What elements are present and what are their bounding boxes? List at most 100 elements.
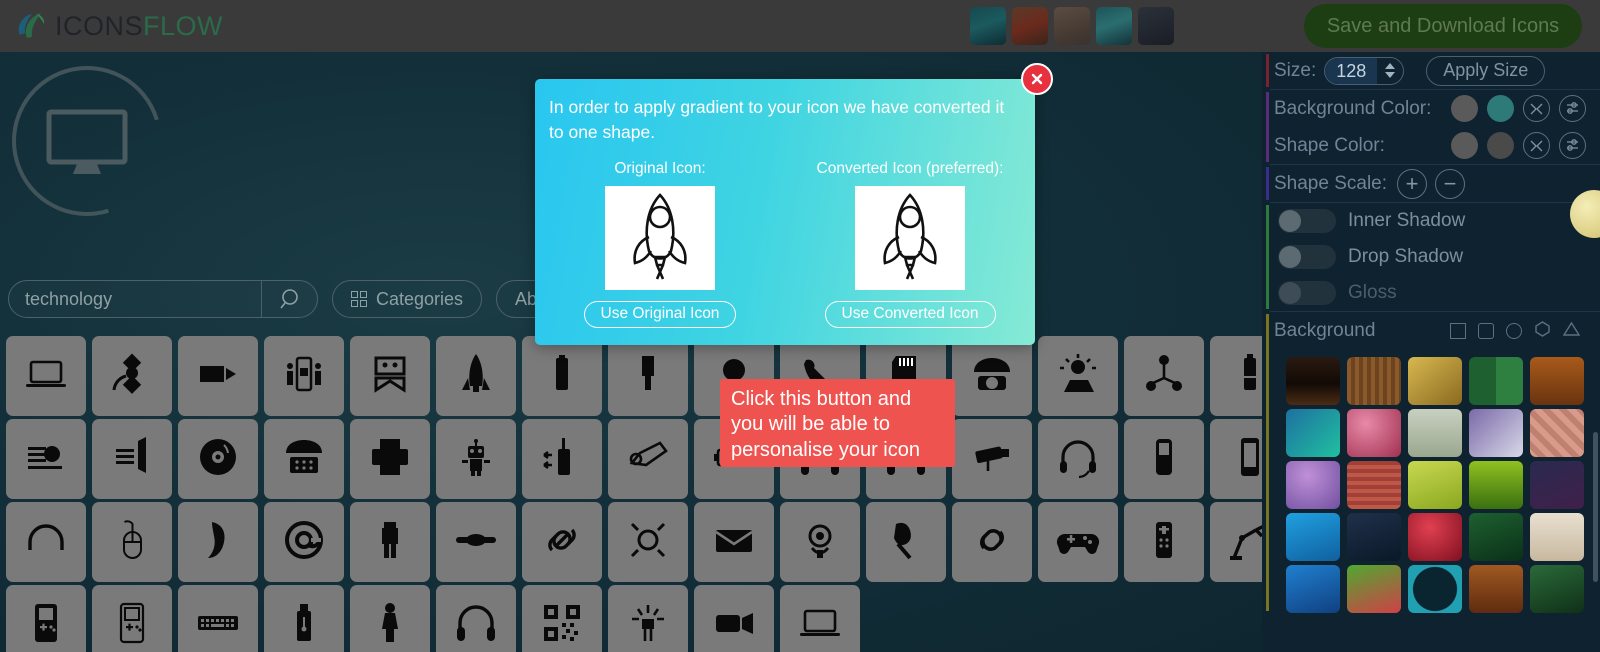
shape-color-swatch-2[interactable] [1487, 132, 1514, 159]
icon-tile[interactable] [1038, 419, 1118, 499]
blue-screen-square[interactable] [1286, 513, 1340, 561]
icon-tile[interactable] [92, 585, 172, 652]
icon-tile[interactable] [350, 502, 430, 582]
save-and-download-button[interactable]: Save and Download Icons [1304, 4, 1582, 48]
icon-tile[interactable] [6, 502, 86, 582]
icon-tile[interactable] [1124, 502, 1204, 582]
search-input[interactable] [9, 281, 261, 317]
categories-button[interactable]: Categories [332, 280, 483, 318]
swatch-brown[interactable] [1054, 7, 1090, 45]
icon-tile[interactable] [264, 419, 344, 499]
blue-hexagon[interactable] [1286, 409, 1340, 457]
icon-tile[interactable] [608, 419, 688, 499]
brown-square[interactable] [1469, 565, 1523, 613]
icon-tile[interactable] [1210, 419, 1262, 499]
shuffle-icon[interactable] [1523, 132, 1550, 159]
logo[interactable]: ICONS FLOW [14, 11, 223, 42]
icon-tile[interactable] [350, 419, 430, 499]
icon-tile[interactable] [436, 419, 516, 499]
background-color-swatch-1[interactable] [1451, 95, 1478, 122]
swatch-dark[interactable] [1138, 7, 1174, 45]
icon-tile[interactable] [952, 336, 1032, 416]
green-button-square[interactable] [1408, 409, 1462, 457]
apply-size-button[interactable]: Apply Size [1426, 55, 1546, 86]
size-value[interactable]: 128 [1325, 57, 1378, 84]
icon-tile[interactable] [522, 419, 602, 499]
hexagon-icon[interactable] [1534, 320, 1551, 342]
icon-tile[interactable] [1038, 502, 1118, 582]
icon-tile[interactable] [178, 419, 258, 499]
square-icon[interactable] [1450, 322, 1466, 339]
sliders-icon[interactable] [1559, 132, 1586, 159]
peach-plaid-square[interactable] [1530, 409, 1584, 457]
effect-drop-shadow[interactable]: Drop Shadow [1274, 239, 1600, 275]
icon-tile[interactable] [608, 502, 688, 582]
triangle-icon[interactable] [1562, 320, 1581, 342]
gloss-toggle[interactable] [1278, 281, 1336, 305]
circle-icon[interactable] [1506, 322, 1522, 339]
dark-wood-square[interactable] [1286, 357, 1340, 405]
size-stepper[interactable]: 128 [1324, 56, 1405, 85]
icon-tile[interactable] [92, 419, 172, 499]
icon-tile[interactable] [608, 336, 688, 416]
wood-grain-square[interactable] [1347, 357, 1401, 405]
icon-tile[interactable] [522, 336, 602, 416]
icon-tile[interactable] [350, 585, 430, 652]
icon-tile[interactable] [522, 502, 602, 582]
icon-tile[interactable] [780, 502, 860, 582]
icon-tile[interactable] [92, 502, 172, 582]
search-icon[interactable] [261, 281, 317, 317]
green-star-square[interactable] [1408, 461, 1462, 509]
use-converted-icon-button[interactable]: Use Converted Icon [824, 300, 996, 328]
icon-tile[interactable] [1124, 336, 1204, 416]
icon-tile[interactable] [866, 502, 946, 582]
icon-tile[interactable] [92, 336, 172, 416]
search-box[interactable] [8, 280, 318, 318]
plus-icon[interactable]: + [1397, 168, 1428, 199]
icon-tile[interactable] [264, 502, 344, 582]
icon-tile[interactable] [608, 585, 688, 652]
icon-tile[interactable] [522, 585, 602, 652]
green-circle[interactable] [1469, 357, 1523, 405]
icon-tile[interactable] [694, 585, 774, 652]
notepad-square[interactable] [1530, 513, 1584, 561]
icon-tile[interactable] [6, 419, 86, 499]
shape-color-swatch-1[interactable] [1451, 132, 1478, 159]
arrow-up-icon[interactable] [1385, 63, 1396, 69]
dashed-red-circle[interactable] [1530, 461, 1584, 509]
white-circle-pattern[interactable] [1469, 409, 1523, 457]
icon-tile[interactable] [178, 585, 258, 652]
size-spinner[interactable] [1377, 63, 1403, 78]
shuffle-icon[interactable] [1523, 95, 1550, 122]
orange-square[interactable] [1530, 357, 1584, 405]
arrow-down-icon[interactable] [1385, 72, 1396, 78]
minus-icon[interactable]: − [1435, 168, 1466, 199]
icon-tile[interactable] [952, 419, 1032, 499]
icon-tile[interactable] [780, 585, 860, 652]
icon-tile[interactable] [178, 502, 258, 582]
sliders-icon[interactable] [1559, 95, 1586, 122]
icon-tile[interactable] [178, 336, 258, 416]
icon-tile[interactable] [1038, 336, 1118, 416]
swatch-rust[interactable] [1012, 7, 1048, 45]
rounded-square-icon[interactable] [1478, 322, 1494, 339]
drop-shadow-toggle[interactable] [1278, 245, 1336, 269]
swatch-teal[interactable] [970, 7, 1006, 45]
icon-tile[interactable] [952, 502, 1032, 582]
close-icon[interactable] [1021, 63, 1053, 95]
effect-inner-shadow[interactable]: Inner Shadow [1274, 203, 1600, 239]
red-sphere-square[interactable] [1408, 513, 1462, 561]
pink-sphere[interactable] [1347, 409, 1401, 457]
red-grid-circle[interactable] [1347, 461, 1401, 509]
background-color-swatch-2[interactable] [1487, 95, 1514, 122]
blue-square[interactable] [1286, 565, 1340, 613]
teal-ring[interactable] [1408, 565, 1462, 613]
heart-square[interactable] [1347, 565, 1401, 613]
inner-shadow-toggle[interactable] [1278, 209, 1336, 233]
icon-tile[interactable] [1124, 419, 1204, 499]
icon-tile[interactable] [6, 336, 86, 416]
green-shield[interactable] [1469, 513, 1523, 561]
purple-circle[interactable] [1286, 461, 1340, 509]
gold-hexagon[interactable] [1408, 357, 1462, 405]
icon-tile[interactable] [264, 585, 344, 652]
